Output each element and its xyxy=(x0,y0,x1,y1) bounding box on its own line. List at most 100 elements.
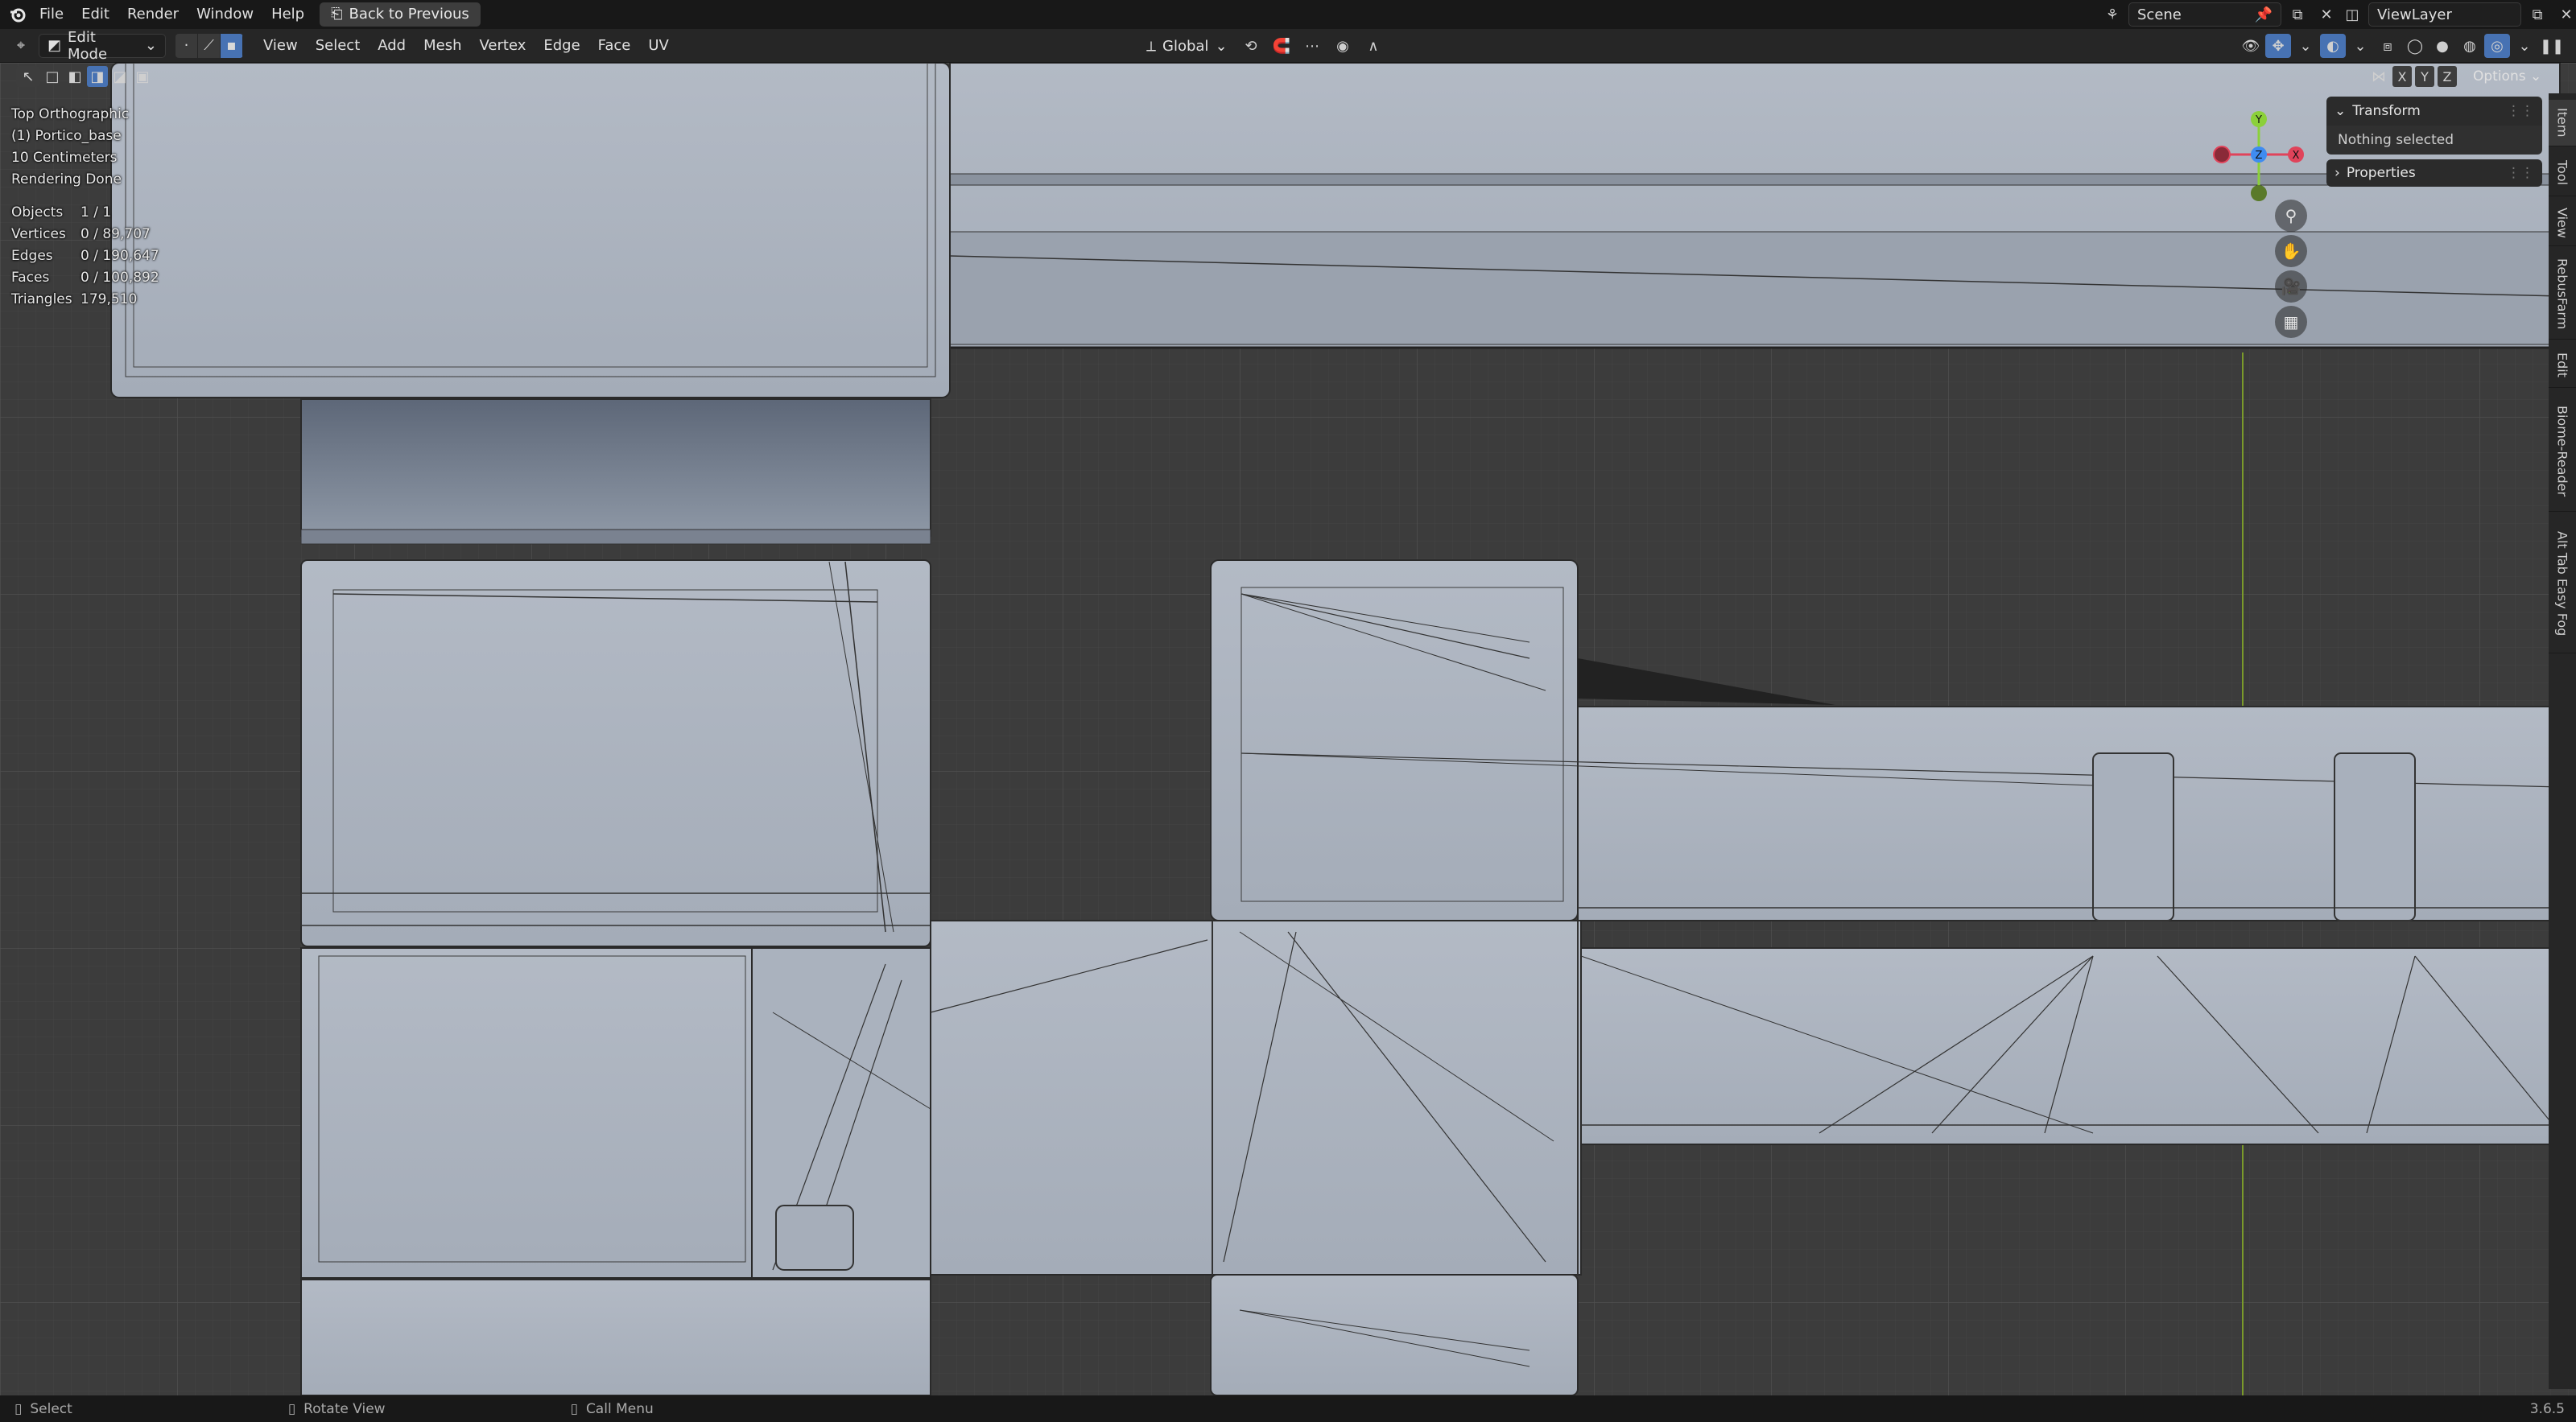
sidebar-tabs: Item Tool View RebusFarm Edit Biome-Read… xyxy=(2549,93,2576,1389)
menu-add[interactable]: Add xyxy=(369,34,415,58)
select-extend-icon[interactable]: ◧ xyxy=(64,66,85,87)
transform-title: Transform xyxy=(2352,103,2421,119)
overlays-icon[interactable]: ◐ xyxy=(2320,34,2346,58)
menu-help[interactable]: Help xyxy=(262,2,313,27)
mirror-axis-strip: ⋈ X Y Z Options ⌄ xyxy=(2368,66,2541,87)
viewport-header: ⌖ ◩ Edit Mode ⌄ ⋅ ⟋ ▪ View Select Add Me… xyxy=(0,29,2576,63)
drag-handle-icon[interactable]: ⋮⋮ xyxy=(2507,165,2534,181)
falloff-icon[interactable]: ∧ xyxy=(1360,34,1386,58)
shading-dropdown-icon[interactable]: ⌄ xyxy=(2512,34,2537,58)
orientation-label: Global xyxy=(1162,37,1209,55)
gizmo-y-negative[interactable] xyxy=(2251,185,2267,201)
edit-mode-icon: ◩ xyxy=(47,37,62,54)
tab-tool[interactable]: Tool xyxy=(2549,150,2576,196)
blender-logo-icon[interactable] xyxy=(5,2,31,27)
zoom-icon[interactable]: ⚲ xyxy=(2275,200,2307,232)
drag-handle-icon[interactable]: ⋮⋮ xyxy=(2507,103,2534,119)
transform-panel-header[interactable]: ⌄ Transform ⋮⋮ xyxy=(2326,97,2542,126)
select-invert-icon[interactable]: ◪ xyxy=(109,66,130,87)
pin-icon[interactable]: 📌 xyxy=(2255,6,2273,23)
axis-z-toggle[interactable]: Z xyxy=(2438,66,2457,87)
pan-hand-icon[interactable]: ✋ xyxy=(2275,235,2307,267)
scene-icon[interactable]: ⚘ xyxy=(2099,2,2125,27)
transform-orientation-selector[interactable]: ⟂ Global ⌄ xyxy=(1138,34,1233,58)
menu-edit[interactable]: Edit xyxy=(72,2,118,27)
pivot-point-icon[interactable]: ⟲ xyxy=(1238,34,1264,58)
axis-x-toggle[interactable]: X xyxy=(2392,66,2412,87)
perspective-toggle-icon[interactable]: ▦ xyxy=(2275,306,2307,338)
editor-type-icon[interactable]: ⌖ xyxy=(8,34,34,58)
wireframe-shading-icon[interactable]: ◯ xyxy=(2402,34,2428,58)
mode-label: Edit Mode xyxy=(68,28,108,63)
stats-label: Edges xyxy=(11,248,53,264)
menu-view[interactable]: View xyxy=(254,34,307,58)
menu-window[interactable]: Window xyxy=(188,2,262,27)
snap-target-icon[interactable]: ⋯ xyxy=(1299,34,1325,58)
select-intersect-icon[interactable]: ▣ xyxy=(132,66,153,87)
gizmo-z-label: Z xyxy=(2256,150,2263,162)
tab-view[interactable]: View xyxy=(2549,200,2576,246)
snap-icon[interactable]: 🧲 xyxy=(1269,34,1294,58)
tab-biome-reader[interactable]: Biome-Reader xyxy=(2549,391,2576,512)
new-scene-icon[interactable]: ⧉ xyxy=(2285,2,2310,27)
chevron-down-icon: ⌄ xyxy=(1215,37,1228,55)
proportional-edit-icon[interactable]: ◉ xyxy=(1330,34,1356,58)
select-mode-toggle[interactable]: ⋅ ⟋ ▪ xyxy=(175,33,243,58)
gizmo-toggle-icon[interactable]: ✥ xyxy=(2265,34,2291,58)
delete-view-layer-icon[interactable]: ✕ xyxy=(2553,2,2576,27)
camera-view-icon[interactable]: 🎥 xyxy=(2275,270,2307,303)
gizmo-x-negative[interactable] xyxy=(2213,146,2231,163)
axis-y-toggle[interactable]: Y xyxy=(2415,66,2434,87)
menu-mesh[interactable]: Mesh xyxy=(415,34,470,58)
select-new-icon[interactable]: □ xyxy=(42,66,63,87)
rendered-shading-icon[interactable]: ◎ xyxy=(2484,34,2510,58)
mouse-middle-icon: ▯ xyxy=(287,1400,296,1417)
xray-icon[interactable]: ⧈ xyxy=(2375,34,2401,58)
solid-shading-icon[interactable]: ● xyxy=(2429,34,2455,58)
3d-viewport[interactable]: ↖ □ ◧ ◨ ◪ ▣ ⋈ X Y Z Options ⌄ Top Orthog… xyxy=(0,63,2576,1395)
mouse-right-icon: ▯ xyxy=(570,1400,578,1417)
view-name: Top Orthographic xyxy=(11,106,130,122)
material-shading-icon[interactable]: ◍ xyxy=(2457,34,2483,58)
menu-face[interactable]: Face xyxy=(589,34,640,58)
back-to-previous-label: Back to Previous xyxy=(349,6,469,23)
menu-edge[interactable]: Edge xyxy=(535,34,588,58)
mode-selector[interactable]: ◩ Edit Mode ⌄ xyxy=(39,29,166,63)
tab-alt-tab-easy-fog[interactable]: Alt Tab Easy Fog xyxy=(2549,515,2576,653)
view-layer-icon[interactable]: ◫ xyxy=(2339,2,2365,27)
pause-render-icon[interactable]: ❚❚ xyxy=(2539,34,2565,58)
select-subtract-icon[interactable]: ◨ xyxy=(87,66,108,87)
vertex-select-icon[interactable]: ⋅ xyxy=(175,33,198,58)
scene-name: Scene xyxy=(2137,6,2182,23)
overlays-dropdown-icon[interactable]: ⌄ xyxy=(2347,34,2373,58)
stats-label: Triangles xyxy=(11,291,72,307)
menu-select[interactable]: Select xyxy=(307,34,369,58)
delete-scene-icon[interactable]: ✕ xyxy=(2314,2,2339,27)
face-select-icon[interactable]: ▪ xyxy=(221,33,243,58)
menu-uv[interactable]: UV xyxy=(639,34,678,58)
mirror-icon[interactable]: ⋈ xyxy=(2368,66,2389,87)
menu-vertex[interactable]: Vertex xyxy=(471,34,535,58)
edge-select-icon[interactable]: ⟋ xyxy=(198,33,221,58)
status-rotate-view: Rotate View xyxy=(303,1400,386,1417)
tab-rebusfarm[interactable]: RebusFarm xyxy=(2549,249,2576,340)
top-bar: File Edit Render Window Help ⎗ Back to P… xyxy=(0,0,2576,29)
select-tool-icon[interactable]: ↖ xyxy=(16,66,40,87)
properties-title: Properties xyxy=(2346,165,2416,181)
properties-panel-header[interactable]: › Properties ⋮⋮ xyxy=(2326,159,2542,187)
chevron-right-icon: › xyxy=(2334,165,2340,181)
visibility-icon[interactable]: 👁 xyxy=(2238,34,2264,58)
menu-file[interactable]: File xyxy=(31,2,72,27)
stats-label: Objects xyxy=(11,204,64,221)
back-to-previous-button[interactable]: ⎗ Back to Previous xyxy=(320,2,481,27)
view-layer-selector[interactable]: ViewLayer xyxy=(2368,2,2521,27)
menu-render[interactable]: Render xyxy=(118,2,188,27)
tab-edit[interactable]: Edit xyxy=(2549,343,2576,388)
overlay-dropdown-icon[interactable]: ⌄ xyxy=(2293,34,2318,58)
options-dropdown[interactable]: Options ⌄ xyxy=(2473,68,2541,84)
navigation-gizmo[interactable]: Y X Z xyxy=(2211,105,2307,201)
scene-selector[interactable]: Scene 📌 xyxy=(2128,2,2281,27)
new-view-layer-icon[interactable]: ⧉ xyxy=(2524,2,2550,27)
orientation-icon: ⟂ xyxy=(1146,37,1157,55)
tab-item[interactable]: Item xyxy=(2549,100,2576,146)
